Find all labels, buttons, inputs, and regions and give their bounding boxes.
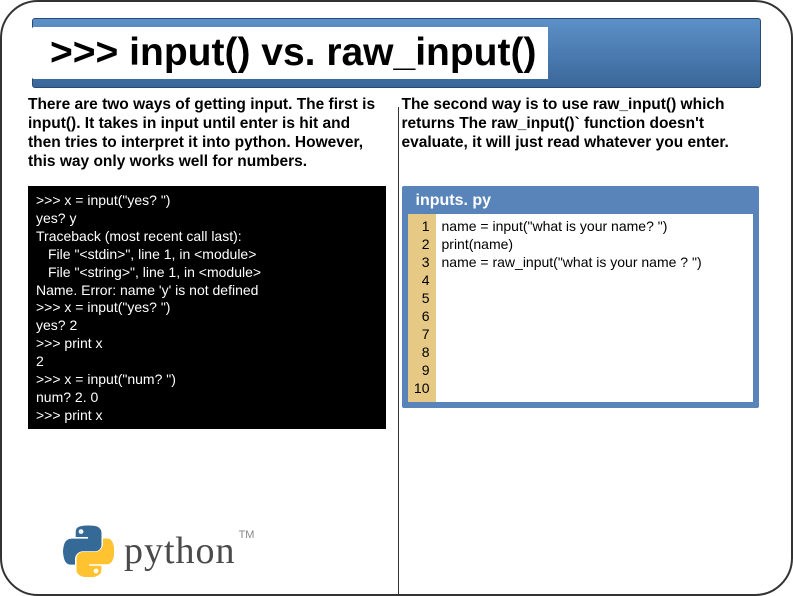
line-number: 6 [414,308,430,326]
code-body: name = input("what is your name? ") prin… [436,214,754,402]
code-line [442,308,748,326]
file-body: 1 2 3 4 5 6 7 8 9 10 name = input("what … [408,214,754,402]
vertical-divider [398,107,399,594]
left-column: There are two ways of getting input. The… [26,96,394,429]
code-line: print(name) [442,236,748,254]
python-logo-icon [62,525,114,577]
code-line [442,290,748,308]
terminal-line: File "<stdin>", line 1, in <module> [36,246,378,264]
terminal-line: Name. Error: name 'y' is not defined [36,282,378,300]
terminal-block: >>> x = input("yes? ") yes? y Traceback … [28,186,386,429]
code-line [442,362,748,380]
terminal-line: Traceback (most recent call last): [36,228,378,246]
terminal-line: >>> print x [36,407,378,425]
line-number: 8 [414,344,430,362]
terminal-line: yes? y [36,210,378,228]
line-number: 10 [414,380,430,398]
terminal-line: >>> x = input("num? ") [36,371,378,389]
line-number: 7 [414,326,430,344]
python-logo-text: pythonTM [124,529,254,573]
terminal-line: >>> x = input("yes? ") [36,299,378,317]
code-line [442,344,748,362]
code-line [442,380,748,398]
code-line: name = raw_input("what is your name ? ") [442,254,748,272]
code-line: name = input("what is your name? ") [442,218,748,236]
code-line [442,272,748,290]
code-line [442,326,748,344]
columns: There are two ways of getting input. The… [26,96,767,429]
line-number: 3 [414,254,430,272]
trademark-symbol: TM [239,529,255,541]
terminal-line: >>> x = input("yes? ") [36,192,378,210]
logo-wordmark: python [124,530,236,572]
line-number: 9 [414,362,430,380]
line-number: 4 [414,272,430,290]
terminal-line: >>> print x [36,335,378,353]
file-title: inputs. py [402,186,760,214]
terminal-line: File "<string>", line 1, in <module> [36,264,378,282]
right-desc: The second way is to use raw_input() whi… [402,96,760,176]
left-desc: There are two ways of getting input. The… [28,96,386,176]
terminal-line: num? 2. 0 [36,389,378,407]
terminal-line: yes? 2 [36,317,378,335]
line-number: 5 [414,290,430,308]
line-number: 2 [414,236,430,254]
slide-title: >>> input() vs. raw_input() [32,27,548,80]
line-number-gutter: 1 2 3 4 5 6 7 8 9 10 [408,214,436,402]
python-logo: pythonTM [62,525,254,577]
right-column: The second way is to use raw_input() whi… [394,96,768,429]
line-number: 1 [414,218,430,236]
slide-card: >>> input() vs. raw_input() There are tw… [0,0,793,596]
title-bar: >>> input() vs. raw_input() [32,18,761,88]
terminal-line: 2 [36,353,378,371]
file-block: inputs. py 1 2 3 4 5 6 7 8 9 10 [402,186,760,408]
